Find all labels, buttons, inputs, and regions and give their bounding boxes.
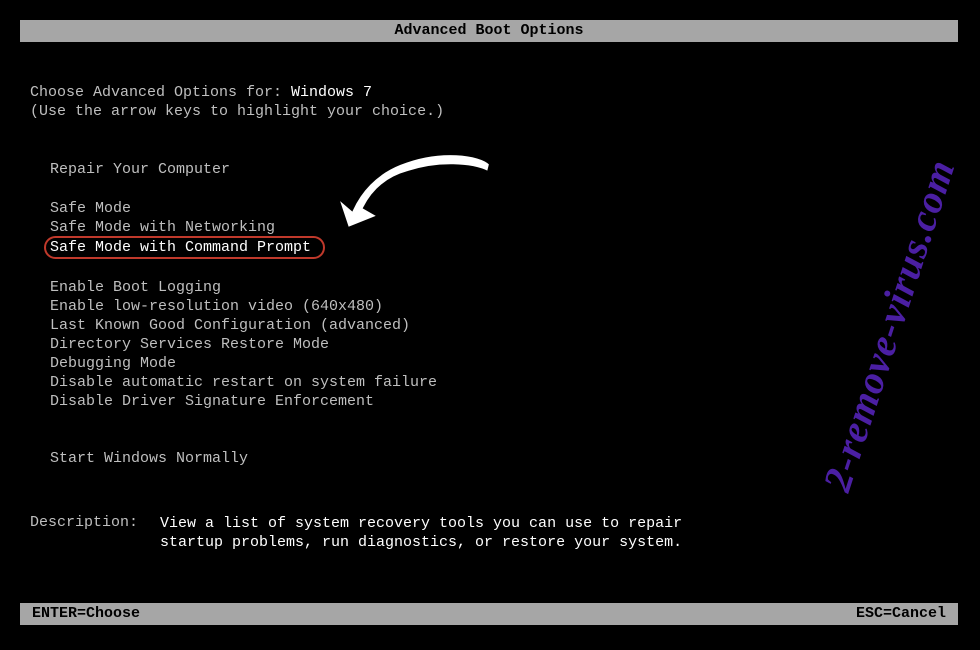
menu-item-disable-auto-restart[interactable]: Disable automatic restart on system fail… — [50, 373, 950, 392]
menu-group-normal: Start Windows Normally — [50, 449, 950, 468]
description-label: Description: — [30, 514, 160, 552]
menu-item-directory-services-restore[interactable]: Directory Services Restore Mode — [50, 335, 950, 354]
menu-item-safe-mode[interactable]: Safe Mode — [50, 199, 950, 218]
hint-line: (Use the arrow keys to highlight your ch… — [30, 103, 950, 120]
menu-group-repair: Repair Your Computer — [50, 160, 950, 179]
content-area: Choose Advanced Options for: Windows 7 (… — [20, 84, 960, 552]
boot-menu[interactable]: Repair Your Computer Safe Mode Safe Mode… — [50, 160, 950, 468]
menu-item-last-known-good[interactable]: Last Known Good Configuration (advanced) — [50, 316, 950, 335]
description-text: View a list of system recovery tools you… — [160, 514, 720, 552]
description-block: Description: View a list of system recov… — [30, 514, 950, 552]
screen-title: Advanced Boot Options — [394, 22, 583, 39]
footer-bar: ENTER=Choose ESC=Cancel — [20, 603, 958, 625]
footer-enter-hint: ENTER=Choose — [32, 603, 140, 625]
menu-item-safe-mode-command-prompt[interactable]: Safe Mode with Command Prompt — [44, 236, 325, 259]
prompt-prefix: Choose Advanced Options for: — [30, 84, 291, 101]
menu-item-boot-logging[interactable]: Enable Boot Logging — [50, 278, 950, 297]
menu-item-repair-computer[interactable]: Repair Your Computer — [50, 160, 950, 179]
os-name: Windows 7 — [291, 84, 372, 101]
menu-item-safe-mode-networking[interactable]: Safe Mode with Networking — [50, 218, 950, 237]
menu-group-safe-mode: Safe Mode Safe Mode with Networking Safe… — [50, 199, 950, 258]
menu-item-disable-driver-sig[interactable]: Disable Driver Signature Enforcement — [50, 392, 950, 411]
footer-esc-hint: ESC=Cancel — [856, 603, 946, 625]
prompt-line: Choose Advanced Options for: Windows 7 — [30, 84, 950, 101]
menu-item-start-normally[interactable]: Start Windows Normally — [50, 449, 950, 468]
menu-item-low-res-video[interactable]: Enable low-resolution video (640x480) — [50, 297, 950, 316]
menu-item-debugging-mode[interactable]: Debugging Mode — [50, 354, 950, 373]
menu-group-advanced: Enable Boot Logging Enable low-resolutio… — [50, 278, 950, 411]
boot-options-screen: Advanced Boot Options Choose Advanced Op… — [20, 20, 960, 630]
title-bar: Advanced Boot Options — [20, 20, 958, 42]
